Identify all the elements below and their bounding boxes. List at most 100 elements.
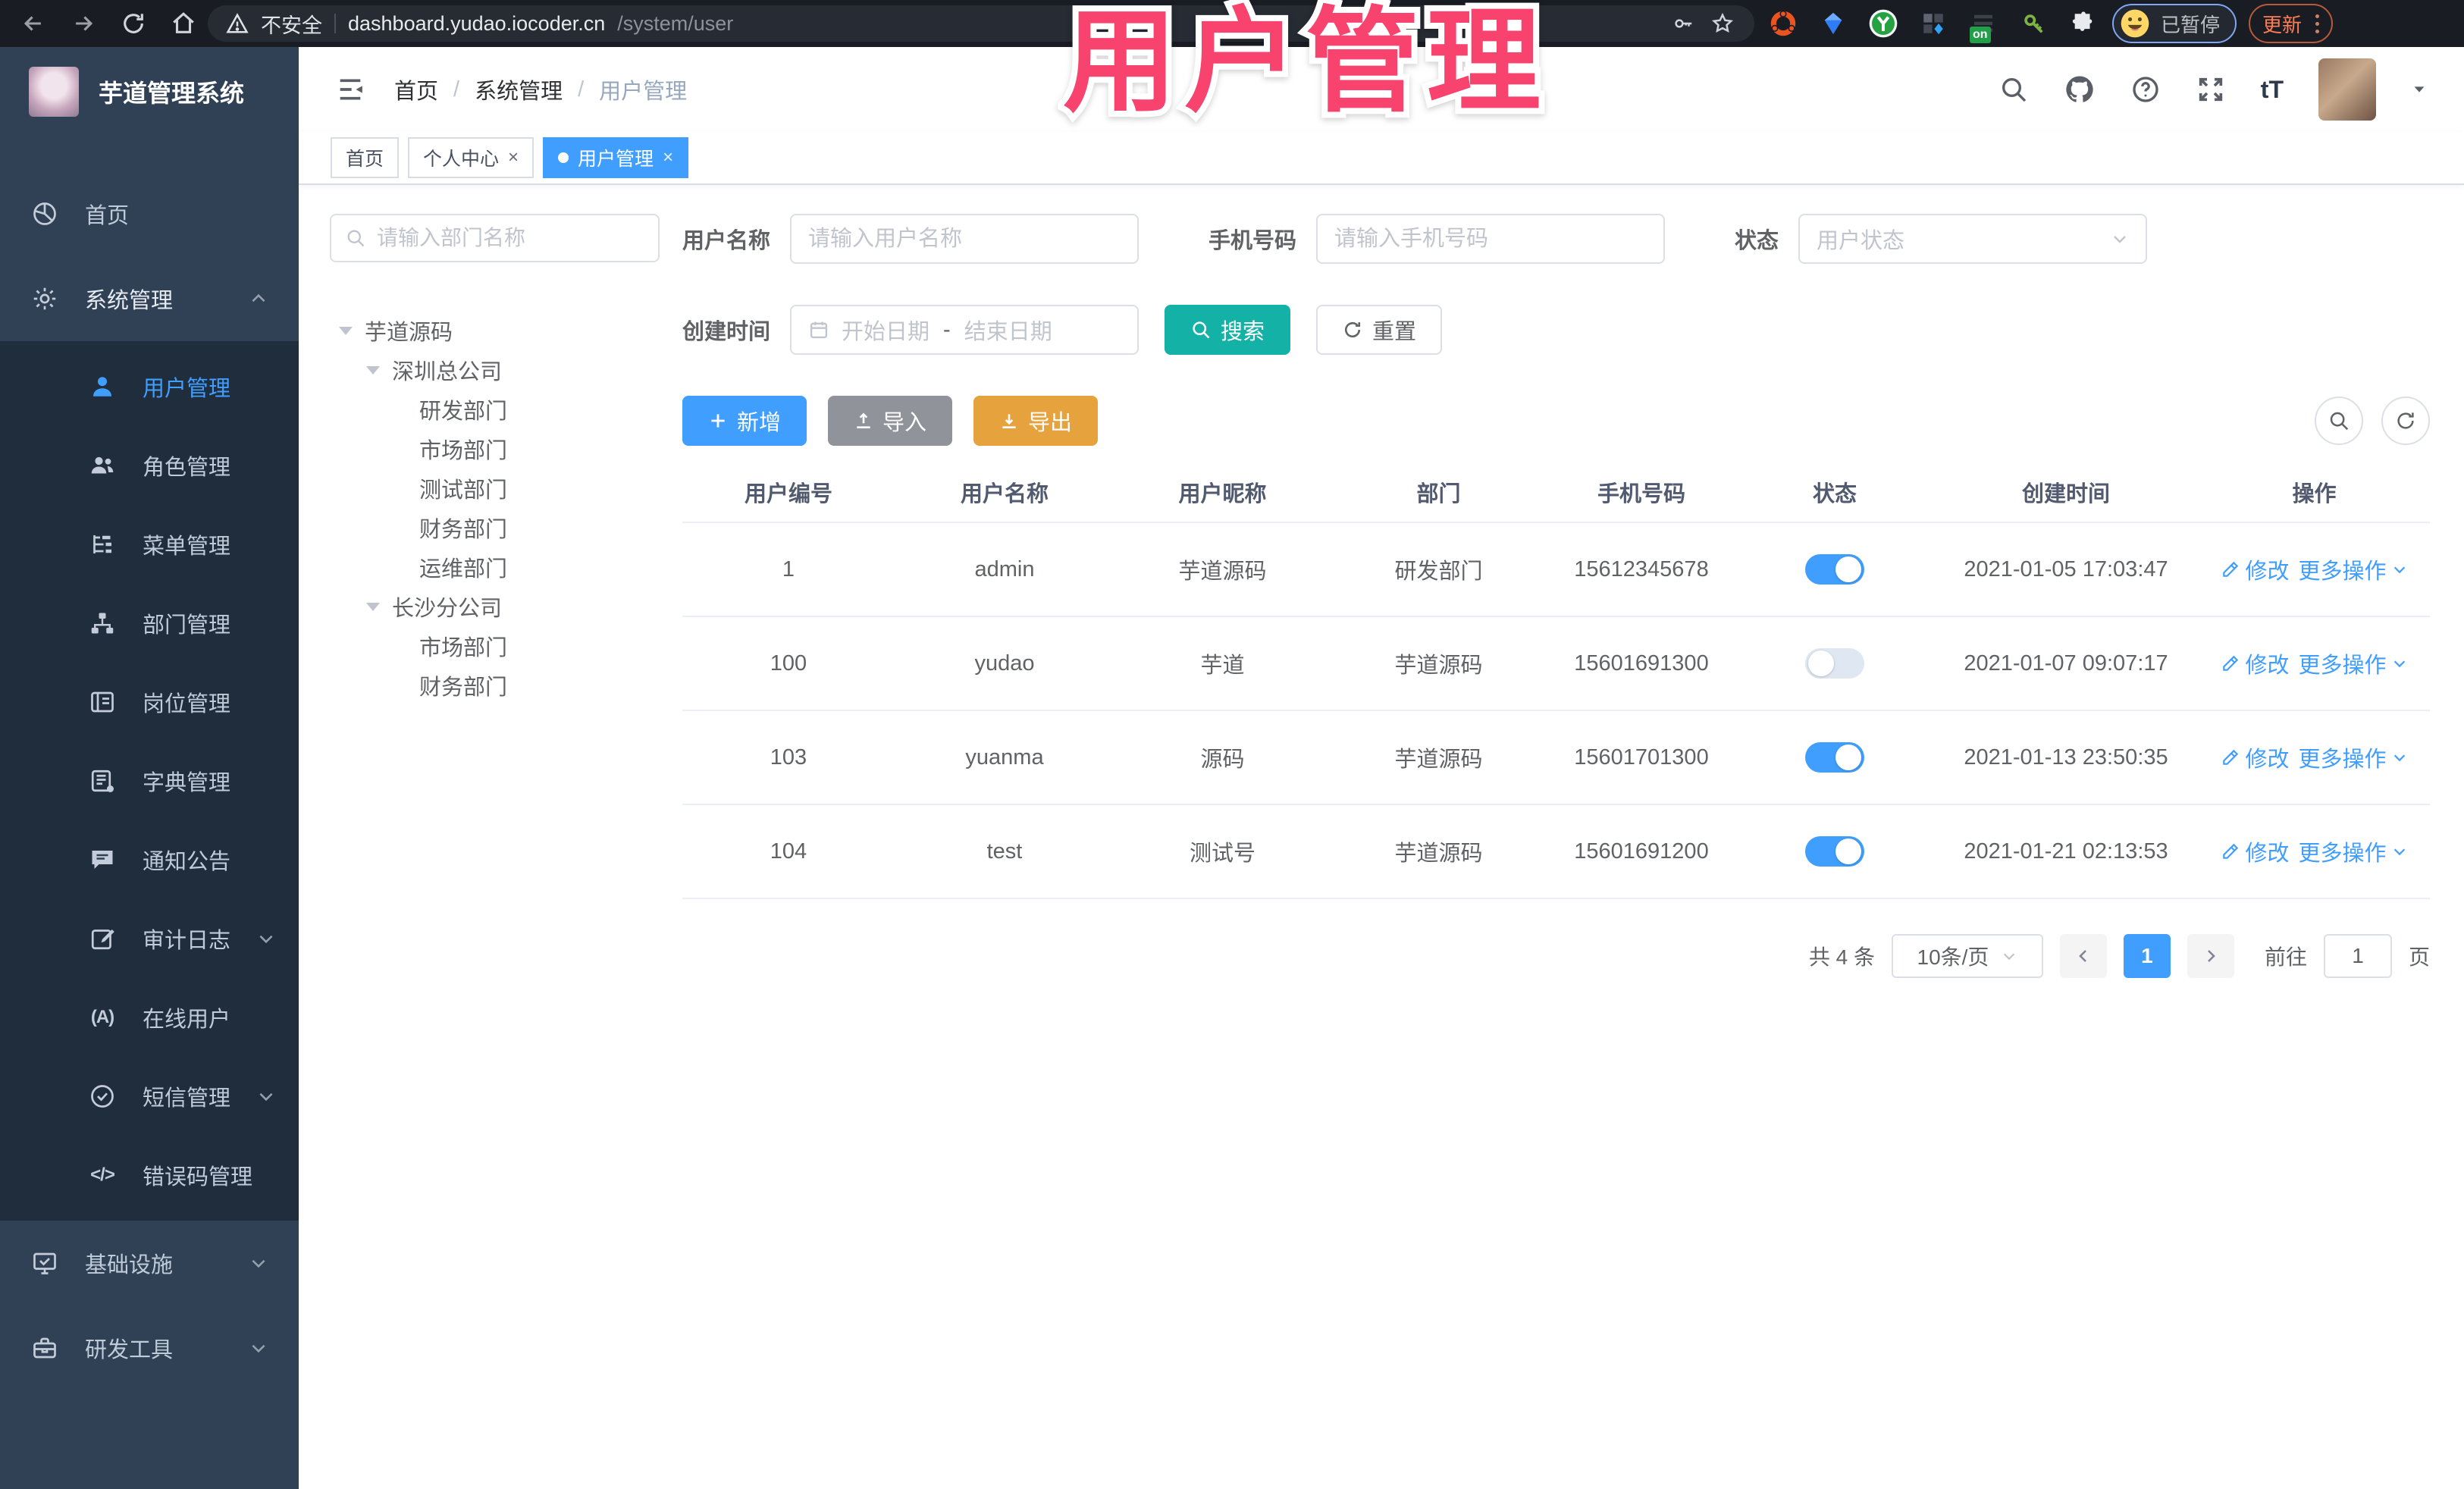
export-button[interactable]: 导出 [973,396,1099,446]
github-icon[interactable] [2064,74,2096,105]
tree-node-leaf[interactable]: 测试部门 [330,469,660,508]
extension-ubuntu-icon[interactable] [1768,8,1798,39]
reload-icon[interactable] [120,10,147,37]
search-button[interactable]: 搜索 [1165,305,1291,355]
refresh-button[interactable] [2381,397,2430,445]
status-select[interactable]: 用户状态 [1798,214,2148,264]
font-size-icon[interactable]: tT [2261,76,2284,104]
reset-button[interactable]: 重置 [1316,305,1443,355]
tree-node-label: 深圳总公司 [392,360,503,384]
tree-node-leaf[interactable]: 市场部门 [330,626,660,666]
close-icon[interactable]: × [508,149,519,167]
address-bar[interactable]: 不安全 dashboard.yudao.iocoder.cn/system/us… [208,5,1754,42]
tab-home[interactable]: 首页 [331,137,400,178]
sidebar-item-posts[interactable]: 岗位管理 [0,663,299,741]
breadcrumb-system[interactable]: 系统管理 [475,74,563,105]
more-actions-link[interactable]: 更多操作 [2299,835,2408,867]
forward-icon[interactable] [70,10,97,37]
status-toggle[interactable] [1805,836,1864,867]
tree-expand-icon[interactable] [339,326,353,335]
dept-search-input[interactable] [377,226,644,250]
sidebar-item-menus[interactable]: 菜单管理 [0,505,299,584]
table-row: 1 admin 芋道源码 研发部门 15612345678 2021-01-05… [682,523,2430,617]
help-icon[interactable] [2130,74,2161,105]
tree-node-leaf[interactable]: 财务部门 [330,666,660,705]
sidebar-item-label: 错误码管理 [143,1165,253,1190]
sidebar-item-devtools[interactable]: 研发工具 [0,1306,299,1390]
status-toggle[interactable] [1805,648,1864,679]
sidebar-item-notices[interactable]: 通知公告 [0,820,299,899]
tree-node-root[interactable]: 芋道源码 [330,311,660,350]
tree-node-leaf[interactable]: 财务部门 [330,508,660,547]
sidebar-item-online-users[interactable]: (A) 在线用户 [0,978,299,1057]
sidebar-fold-icon[interactable] [335,74,365,105]
url-host: dashboard.yudao.iocoder.cn [348,11,606,35]
extension-key-icon[interactable] [2018,8,2049,39]
extension-gem-icon[interactable] [1818,8,1848,39]
next-page-button[interactable] [2187,934,2234,978]
security-warning-icon[interactable] [226,12,249,35]
tree-expand-icon[interactable] [366,602,380,611]
edit-link[interactable]: 修改 [2221,647,2290,679]
bookmark-star-icon[interactable] [1709,10,1736,37]
cell-dept: 芋道源码 [1394,842,1483,866]
sidebar-item-audit-log[interactable]: 审计日志 [0,899,299,978]
extension-grid-icon[interactable] [1918,8,1948,39]
sidebar-item-infrastructure[interactable]: 基础设施 [0,1221,299,1306]
browser-update-button[interactable]: 更新 [2249,4,2334,43]
back-icon[interactable] [20,10,47,37]
more-actions-link[interactable]: 更多操作 [2299,647,2408,679]
tree-expand-icon[interactable] [366,365,380,375]
cell-created: 2021-01-07 09:07:17 [1964,650,2168,676]
more-actions-link[interactable]: 更多操作 [2299,553,2408,585]
sidebar-item-users[interactable]: 用户管理 [0,347,299,426]
tree-node-leaf[interactable]: 运维部门 [330,547,660,587]
show-search-button[interactable] [2315,397,2363,445]
sidebar-item-roles[interactable]: 角色管理 [0,426,299,505]
caret-down-icon[interactable] [2411,81,2428,98]
username-input[interactable] [808,226,1121,252]
sidebar-item-system[interactable]: 系统管理 [0,256,299,341]
prev-page-button[interactable] [2059,934,2107,978]
page-number-button[interactable]: 1 [2123,934,2171,978]
browser-menu-icon[interactable] [2315,14,2320,33]
status-toggle[interactable] [1805,554,1864,585]
tree-node-branch[interactable]: 长沙分公司 [330,587,660,626]
fullscreen-icon[interactable] [2196,74,2226,105]
users-icon [88,451,117,480]
edit-link[interactable]: 修改 [2221,741,2290,773]
date-range-picker[interactable]: 开始日期 - 结束日期 [790,305,1140,355]
more-actions-link[interactable]: 更多操作 [2299,741,2408,773]
edit-link[interactable]: 修改 [2221,835,2290,867]
sidebar-item-dicts[interactable]: 字典管理 [0,741,299,820]
status-toggle[interactable] [1805,742,1864,773]
sidebar-item-home[interactable]: 首页 [0,171,299,256]
edit-link[interactable]: 修改 [2221,553,2290,585]
extension-onetab-icon[interactable]: on [1968,8,1998,43]
tab-user-management[interactable]: 用户管理 × [543,137,689,178]
password-key-icon[interactable] [1669,10,1697,37]
close-icon[interactable]: × [663,149,673,167]
total-count-label: 共 4 条 [1808,945,1875,969]
sidebar-item-error-codes[interactable]: </> 错误码管理 [0,1136,299,1215]
sidebar-item-depts[interactable]: 部门管理 [0,584,299,663]
url-path: /system/user [617,11,734,35]
mobile-input[interactable] [1334,226,1647,252]
add-button[interactable]: 新增 [682,396,807,446]
tab-profile[interactable]: 个人中心 × [408,137,534,178]
breadcrumb-home[interactable]: 首页 [394,74,438,105]
sidebar-logo[interactable]: 芋道管理系统 [0,47,299,136]
tree-node-leaf[interactable]: 研发部门 [330,390,660,429]
extension-puzzle-icon[interactable] [2068,8,2099,39]
search-icon[interactable] [1998,74,2029,105]
home-icon[interactable] [170,10,197,37]
tree-node-leaf[interactable]: 市场部门 [330,429,660,469]
user-avatar[interactable] [2318,58,2376,121]
page-size-select[interactable]: 10条/页 [1891,934,2043,978]
tree-node-branch[interactable]: 深圳总公司 [330,350,660,390]
goto-page-input[interactable] [2323,934,2392,978]
profile-chip[interactable]: 已暂停 [2112,4,2237,43]
extension-green-y-icon[interactable] [1868,8,1898,39]
import-button[interactable]: 导入 [828,396,953,446]
sidebar-item-sms[interactable]: 短信管理 [0,1057,299,1136]
